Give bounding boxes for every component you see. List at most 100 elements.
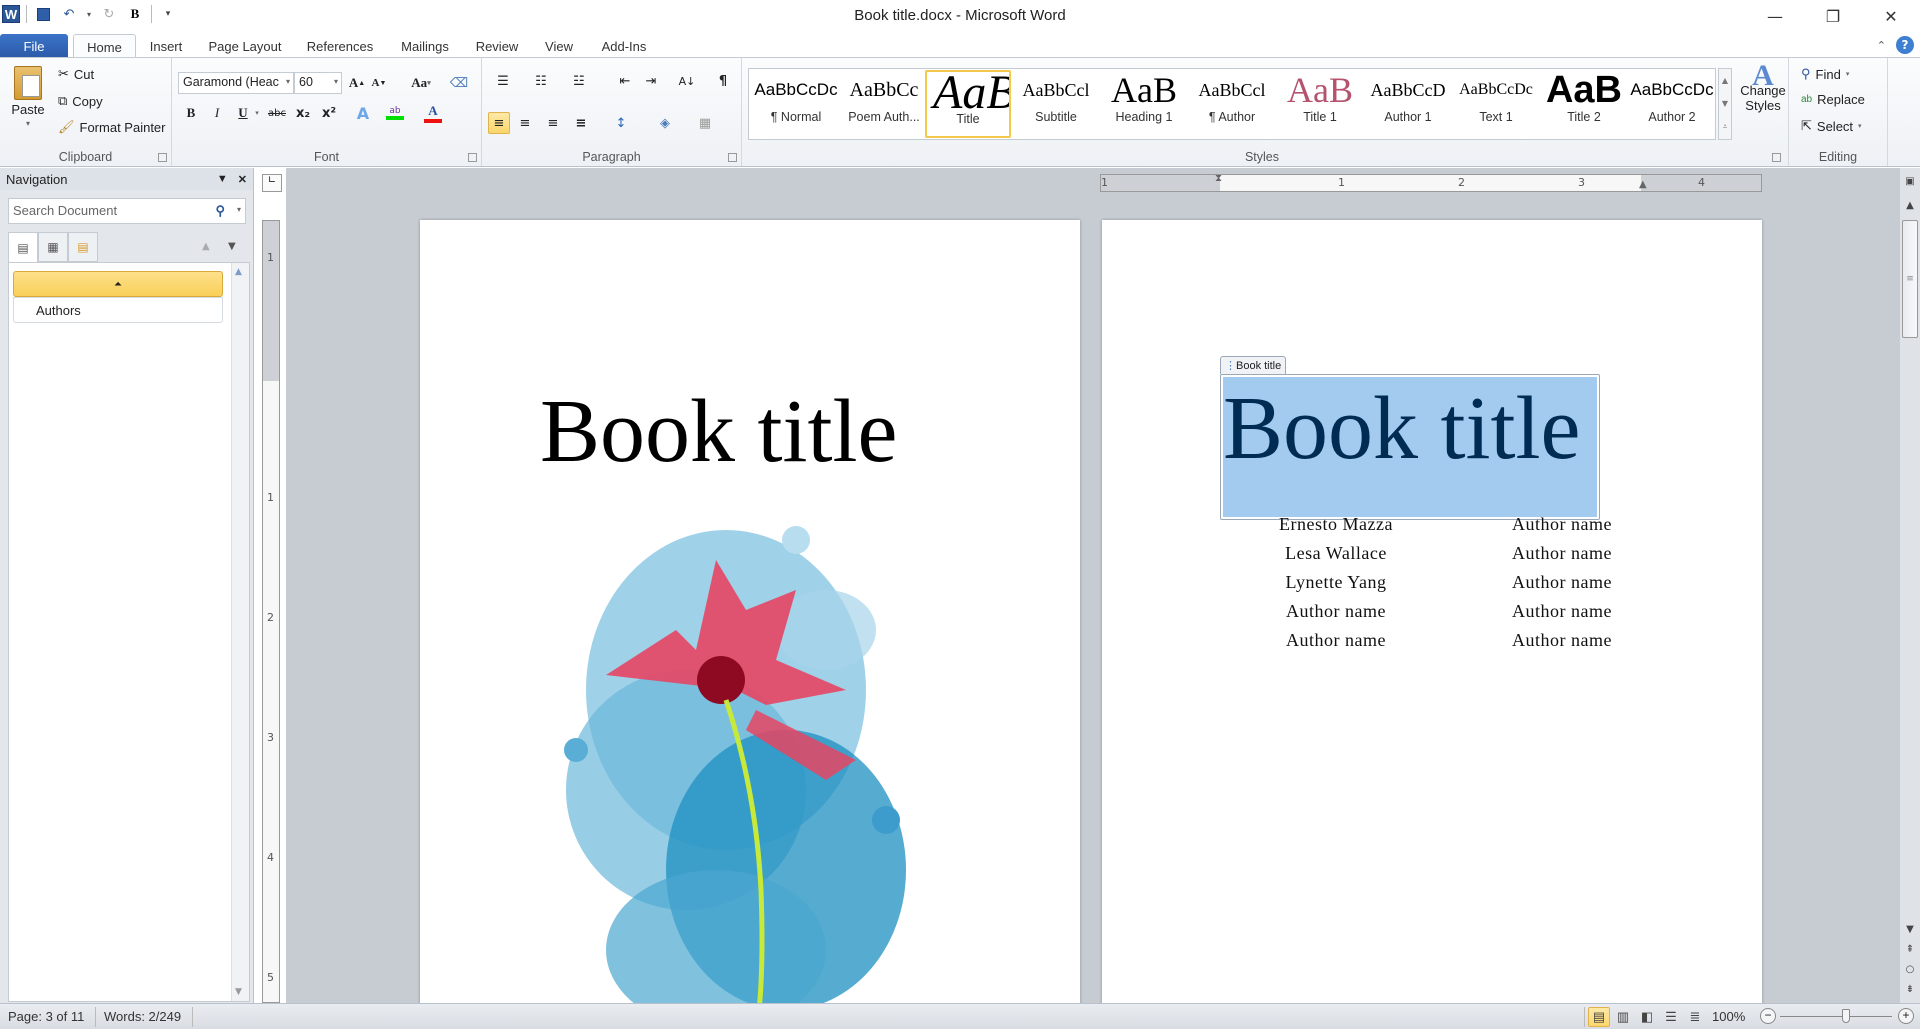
style-text-1[interactable]: AaBbCcDc Text 1 (1453, 70, 1539, 138)
content-control-tag[interactable]: ⋮Book title (1220, 356, 1287, 374)
format-painter-button[interactable]: 🖌 Format Painter (58, 119, 166, 135)
style-normal[interactable]: AaBbCcDc ¶ Normal (753, 70, 839, 138)
font-launcher[interactable] (468, 153, 477, 162)
zoom-thumb[interactable] (1841, 1009, 1850, 1023)
watercolor-flower-image[interactable] (546, 490, 926, 1020)
bold-button[interactable]: B (180, 102, 202, 124)
italic-button[interactable]: I (206, 102, 228, 124)
style-author[interactable]: AaBbCcl ¶ Author (1189, 70, 1275, 138)
style-title-2[interactable]: AaB Title 2 (1541, 70, 1627, 138)
scroll-up-icon[interactable]: ▲ (235, 267, 242, 277)
style-heading-1[interactable]: AaB Heading 1 (1101, 70, 1187, 138)
author-name[interactable]: Lynette Yang (1232, 572, 1440, 601)
tab-selector-button[interactable]: ∟ (262, 174, 282, 192)
select-button[interactable]: ⇱ Select ▾ (1801, 118, 1862, 134)
browse-pages-tab[interactable]: ▦ (38, 232, 68, 262)
gallery-more-icon[interactable]: ⩡ (1723, 122, 1728, 132)
copy-button[interactable]: ⧉ Copy (58, 93, 103, 109)
cover-title[interactable]: Book title (540, 380, 898, 483)
search-document-input[interactable]: Search Document ⚲ ▾ (8, 198, 246, 224)
author-name[interactable]: Author name (1440, 630, 1612, 659)
justify-button[interactable]: ≡ (570, 112, 592, 134)
scroll-up-icon[interactable]: ▲ (1900, 200, 1920, 211)
font-color-button[interactable]: A (422, 102, 444, 124)
heading-item-authors[interactable]: Authors (13, 297, 223, 323)
subscript-button[interactable]: x₂ (292, 102, 314, 124)
scroll-thumb[interactable]: ≡ (1902, 220, 1918, 338)
font-name-combo[interactable]: Garamond (Heac ▾ (178, 72, 294, 94)
previous-heading-icon[interactable]: ▲ (202, 241, 210, 252)
text-effects-button[interactable]: A (352, 102, 374, 124)
show-formatting-marks-button[interactable]: ¶ (712, 70, 734, 92)
style-title-1[interactable]: AaB Title 1 (1277, 70, 1363, 138)
strikethrough-button[interactable]: abc (266, 102, 288, 124)
tab-review[interactable]: Review (470, 34, 524, 58)
increase-indent-button[interactable]: ⇥ (640, 70, 662, 92)
tab-page-layout[interactable]: Page Layout (200, 34, 290, 58)
vertical-ruler[interactable]: 1 1 2 3 4 5 (262, 220, 280, 1003)
styles-gallery-scroll[interactable]: ▲ ▼ ⩡ (1718, 68, 1732, 140)
gallery-down-icon[interactable]: ▼ (1722, 99, 1728, 108)
scroll-down-icon[interactable]: ▼ (1900, 924, 1920, 935)
vertical-scrollbar[interactable]: ▣ ▲ ≡ ▼ ⇞ ○ ⇟ (1900, 168, 1920, 1003)
paste-button[interactable]: Paste ▾ (8, 66, 48, 128)
sort-button[interactable]: A↓ (676, 70, 698, 92)
grow-font-button[interactable]: A ▲ (346, 72, 368, 94)
web-layout-button[interactable]: ◧ (1636, 1007, 1658, 1027)
style-author-1[interactable]: AaBbCcD Author 1 (1365, 70, 1451, 138)
zoom-level[interactable]: 100% (1712, 1009, 1745, 1024)
borders-button[interactable]: ▦ (694, 112, 716, 134)
cut-button[interactable]: ✂ Cut (58, 66, 94, 82)
print-layout-view-button[interactable]: ▤ (1588, 1007, 1610, 1027)
decrease-indent-button[interactable]: ⇤ (614, 70, 636, 92)
heading-item-untitled[interactable]: ⏶ (13, 271, 223, 297)
author-name[interactable]: Ernesto Mazza (1232, 514, 1440, 543)
view-ruler-icon[interactable]: ▣ (1900, 176, 1920, 187)
draft-view-button[interactable]: ≣ (1684, 1007, 1706, 1027)
clipboard-launcher[interactable] (158, 153, 167, 162)
highlight-button[interactable]: ab (384, 102, 406, 124)
author-name[interactable]: Lesa Wallace (1232, 543, 1440, 572)
search-icon[interactable]: ⚲ (215, 203, 225, 219)
zoom-in-button[interactable]: + (1898, 1008, 1914, 1024)
right-indent-marker[interactable]: ▲ (1639, 179, 1647, 190)
shrink-font-button[interactable]: A ▼ (368, 72, 390, 94)
navigation-scrollbar[interactable]: ▲ ▼ (231, 263, 249, 1001)
change-styles-button[interactable]: A Change Styles (1738, 61, 1788, 114)
minimize-button[interactable]: — (1746, 0, 1804, 32)
line-spacing-button[interactable]: ↕ (610, 112, 632, 134)
close-button[interactable]: ✕ (1862, 0, 1920, 32)
pane-options-icon[interactable]: ▼ (217, 173, 228, 186)
tab-file[interactable]: File (0, 34, 68, 58)
align-left-button[interactable]: ≡ (488, 112, 510, 134)
horizontal-ruler[interactable]: 1 1 2 3 4 ⧗ ▲ (1100, 173, 1762, 192)
superscript-button[interactable]: x² (318, 102, 340, 124)
font-size-combo[interactable]: 60 ▾ (294, 72, 342, 94)
previous-page-icon[interactable]: ⇞ (1900, 944, 1920, 955)
zoom-out-button[interactable]: − (1760, 1008, 1776, 1024)
center-button[interactable]: ≡ (514, 112, 536, 134)
style-poem-author[interactable]: AaBbCc Poem Auth... (841, 70, 927, 138)
style-subtitle[interactable]: AaBbCcl Subtitle (1013, 70, 1099, 138)
style-title[interactable]: AaB Title (925, 70, 1011, 138)
page-count[interactable]: Page: 3 of 11 (8, 1009, 84, 1024)
tab-add-ins[interactable]: Add-Ins (594, 34, 654, 58)
tab-insert[interactable]: Insert (140, 34, 192, 58)
next-page-icon[interactable]: ⇟ (1900, 984, 1920, 995)
style-author-2[interactable]: AaBbCcDc Author 2 (1629, 70, 1715, 138)
styles-launcher[interactable] (1772, 153, 1781, 162)
minimize-ribbon-icon[interactable]: ⌃ (1877, 39, 1886, 52)
help-icon[interactable]: ? (1896, 36, 1914, 54)
author-name[interactable]: Author name (1440, 543, 1612, 572)
restore-button[interactable]: ❐ (1804, 0, 1862, 32)
word-count[interactable]: Words: 2/249 (104, 1009, 181, 1024)
underline-button[interactable]: U (232, 102, 254, 124)
next-heading-icon[interactable]: ▼ (228, 241, 236, 252)
browse-results-tab[interactable]: ▤ (68, 232, 98, 262)
browse-headings-tab[interactable]: ▤ (8, 232, 38, 262)
author-name[interactable]: Author name (1440, 601, 1612, 630)
replace-button[interactable]: ab Replace (1801, 92, 1865, 107)
outline-view-button[interactable]: ☰ (1660, 1007, 1682, 1027)
gallery-up-icon[interactable]: ▲ (1722, 76, 1728, 85)
multilevel-list-button[interactable]: ☳ (568, 70, 590, 92)
